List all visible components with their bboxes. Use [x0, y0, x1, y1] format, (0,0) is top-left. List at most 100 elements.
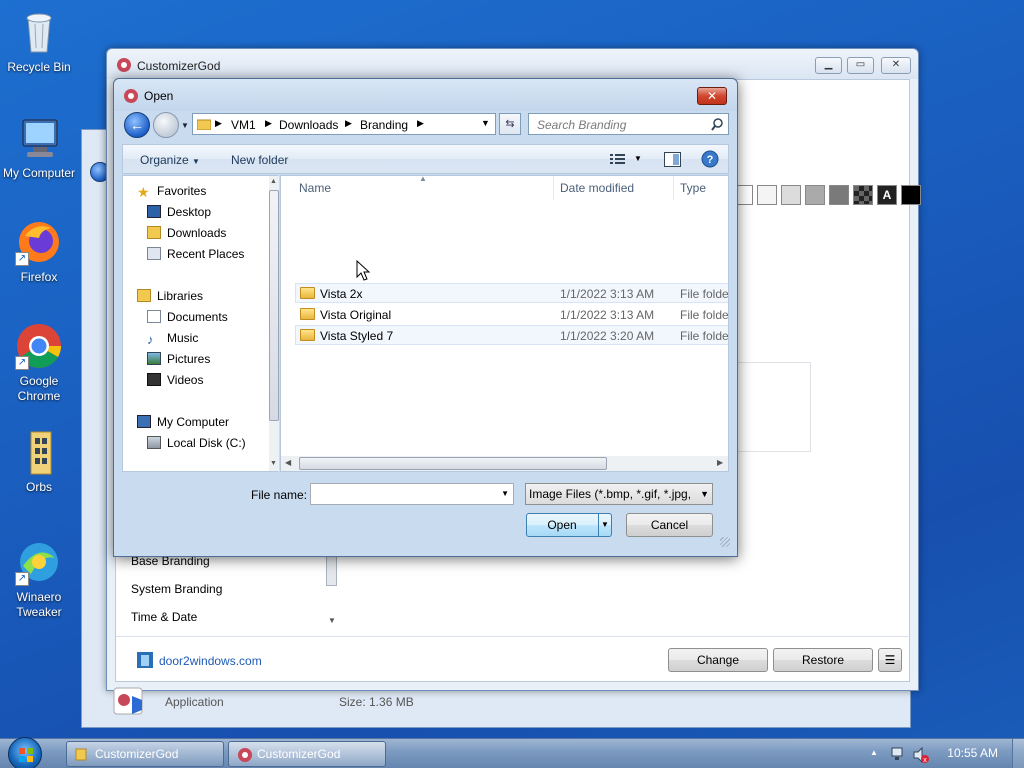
breadcrumb-separator-icon[interactable]: ▶ [345, 118, 352, 129]
open-dialog[interactable]: Open ✕ ← ▼ ▶ VM1 ▶ Downloads ▶ Branding … [113, 78, 738, 557]
volume-muted-icon[interactable]: x [912, 746, 930, 764]
chevron-down-icon[interactable]: ▼ [697, 484, 709, 504]
column-header-date[interactable]: Date modified [554, 176, 674, 200]
chevron-down-icon[interactable]: ▼ [601, 514, 609, 536]
nav-documents[interactable]: Documents [147, 310, 228, 324]
refresh-icon[interactable]: ⇆ [499, 113, 521, 135]
open-label: Open [547, 518, 577, 532]
nav-recent-places[interactable]: Recent Places [147, 247, 244, 261]
navigation-pane[interactable]: ★ Favorites Desktop Downloads Recent Plac… [122, 175, 279, 472]
file-row[interactable]: Vista Styled 7 1/1/2022 3:20 AM File fol… [295, 325, 728, 345]
orbs-desktop-icon[interactable]: Orbs [1, 428, 77, 495]
chevron-down-icon[interactable]: ▼ [634, 154, 642, 163]
breadcrumb-separator-icon[interactable]: ▶ [265, 118, 272, 129]
cancel-button[interactable]: Cancel [626, 513, 713, 537]
swatch-gray[interactable] [805, 185, 825, 205]
firefox-icon: ↗ [15, 218, 63, 266]
chrome-icon: ↗ [15, 322, 63, 370]
swatch-darkgray[interactable] [829, 185, 849, 205]
help-icon[interactable]: ? [701, 150, 719, 168]
nav-pictures[interactable]: Pictures [147, 352, 210, 366]
column-label: Type [680, 181, 707, 195]
my-computer-desktop-icon[interactable]: My Computer [1, 114, 77, 181]
nav-desktop[interactable]: Desktop [147, 205, 211, 219]
new-folder-button[interactable]: New folder [231, 153, 288, 167]
swatch-text[interactable]: A [877, 185, 897, 205]
nav-videos[interactable]: Videos [147, 373, 203, 387]
search-placeholder[interactable]: Search Branding [537, 118, 626, 132]
history-dropdown-icon[interactable]: ▼ [181, 121, 189, 130]
file-hscrollbar[interactable]: ◀ ▶ [281, 456, 728, 471]
swatch-black[interactable] [901, 185, 921, 205]
winaero-tweaker-desktop-icon[interactable]: ↗ Winaero Tweaker [1, 538, 77, 620]
show-desktop-button[interactable] [1012, 739, 1024, 768]
chevron-down-icon[interactable]: ▼ [328, 616, 336, 625]
nav-music[interactable]: ♪ Music [147, 331, 198, 347]
swatch-lightgray[interactable] [781, 185, 801, 205]
show-hidden-icons-icon[interactable]: ▲ [870, 748, 878, 757]
nav-scrollbar[interactable]: ▲ ▼ [269, 176, 279, 471]
scroll-thumb[interactable] [299, 457, 607, 470]
filename-input[interactable]: ▼ [310, 483, 514, 505]
file-row[interactable]: Vista 2x 1/1/2022 3:13 AM File folder [295, 283, 728, 303]
network-icon[interactable] [890, 746, 906, 762]
search-box[interactable]: Search Branding [528, 113, 729, 135]
nav-label: Recent Places [167, 247, 245, 261]
scroll-left-icon[interactable]: ◀ [285, 458, 291, 467]
recycle-bin-desktop-icon[interactable]: Recycle Bin [1, 8, 77, 75]
breadcrumb-item[interactable]: VM1 [231, 118, 256, 132]
file-list-pane[interactable]: Name ▲ Date modified Type Vista 2x 1/1/2… [280, 175, 729, 472]
website-link[interactable]: door2windows.com [159, 654, 262, 668]
chrome-desktop-icon[interactable]: ↗ Google Chrome [1, 322, 77, 404]
status-size: Size: 1.36 MB [339, 695, 414, 709]
change-button[interactable]: Change [668, 648, 768, 672]
minimize-button[interactable]: ▁ [815, 57, 842, 74]
firefox-desktop-icon[interactable]: ↗ Firefox [1, 218, 77, 285]
nav-libraries[interactable]: Libraries [137, 289, 203, 303]
open-button[interactable]: Open ▼ [526, 513, 612, 537]
title-bar[interactable]: CustomizerGod ▁ ▭ ✕ [107, 49, 918, 79]
file-row[interactable]: Vista Original 1/1/2022 3:13 AM File fol… [295, 304, 728, 324]
breadcrumb-item[interactable]: Downloads [279, 118, 338, 132]
swatch-light[interactable] [757, 185, 777, 205]
swatch-checker[interactable] [853, 185, 873, 205]
nav-downloads[interactable]: Downloads [147, 226, 226, 240]
restore-button[interactable]: Restore [773, 648, 873, 672]
taskbar-item-customizergod[interactable]: CustomizerGod [66, 741, 224, 767]
scroll-thumb[interactable] [269, 190, 279, 421]
nav-favorites[interactable]: ★ Favorites [137, 184, 206, 200]
start-orb-icon[interactable] [8, 737, 42, 768]
close-button[interactable]: ✕ [697, 87, 727, 105]
scroll-right-icon[interactable]: ▶ [717, 458, 723, 467]
view-list-icon[interactable] [610, 153, 626, 165]
door2windows-logo-icon [137, 652, 153, 668]
nav-local-disk[interactable]: Local Disk (C:) [147, 436, 246, 450]
chevron-down-icon[interactable]: ▼ [501, 489, 509, 498]
organize-button[interactable]: Organize ▼ [140, 153, 200, 167]
list-scrollbar[interactable] [326, 556, 337, 586]
window-title: CustomizerGod [137, 59, 221, 73]
address-bar[interactable]: ▶ VM1 ▶ Downloads ▶ Branding ▶ ▼ [192, 113, 496, 135]
taskbar-item-customizergod-active[interactable]: CustomizerGod [228, 741, 386, 767]
maximize-button[interactable]: ▭ [847, 57, 874, 74]
column-header-type[interactable]: Type [674, 176, 728, 200]
preview-pane-icon[interactable] [664, 152, 681, 167]
filetype-select[interactable]: Image Files (*.bmp, *.gif, *.jpg, ▼ [525, 483, 713, 505]
dialog-title-bar[interactable]: Open ✕ [114, 79, 737, 111]
search-icon[interactable] [711, 118, 724, 131]
list-item[interactable]: System Branding [131, 582, 222, 596]
clock[interactable]: 10:55 AM [947, 746, 998, 760]
resize-grip[interactable] [720, 537, 730, 547]
back-arrow-icon[interactable]: ← [124, 112, 150, 138]
close-button[interactable]: ✕ [881, 57, 911, 74]
scroll-up-icon[interactable]: ▲ [270, 178, 277, 185]
list-item[interactable]: Time & Date [131, 610, 197, 624]
forward-arrow-icon[interactable] [153, 112, 179, 138]
file-name: Vista Original [320, 308, 392, 322]
breadcrumb-item[interactable]: Branding [360, 118, 408, 132]
scroll-down-icon[interactable]: ▼ [270, 460, 277, 467]
nav-my-computer[interactable]: My Computer [137, 415, 229, 429]
chevron-down-icon[interactable]: ▼ [481, 118, 490, 128]
menu-button[interactable]: ☰ [878, 648, 902, 672]
breadcrumb-separator-icon[interactable]: ▶ [417, 118, 424, 129]
